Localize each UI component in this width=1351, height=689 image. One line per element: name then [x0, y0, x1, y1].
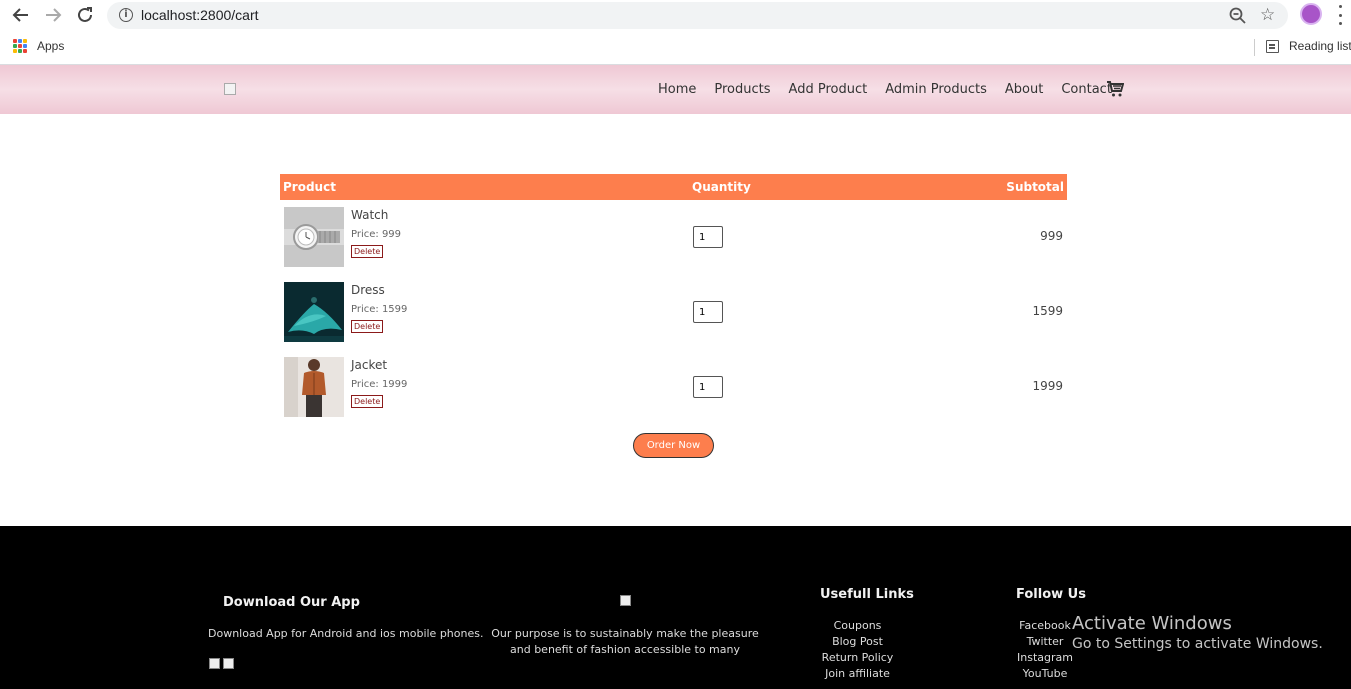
- product-image-dress: [284, 282, 344, 342]
- quantity-input[interactable]: [693, 226, 723, 248]
- reading-list-icon[interactable]: [1266, 40, 1279, 53]
- column-product: Product: [283, 180, 336, 194]
- subtotal-value: 999: [1040, 229, 1063, 243]
- site-footer: Download Our App Download App for Androi…: [0, 526, 1351, 689]
- delete-button[interactable]: Delete: [351, 395, 384, 408]
- about-line-1: Our purpose is to sustainably make the p…: [491, 627, 759, 640]
- nav-admin-products[interactable]: Admin Products: [885, 82, 987, 97]
- cart-row: Watch Price: 999 Delete 999: [280, 207, 1067, 269]
- site-logo[interactable]: [224, 83, 236, 95]
- site-header: Home Products Add Product Admin Products…: [0, 65, 1351, 114]
- about-line-2: and benefit of fashion accessible to man…: [510, 643, 740, 656]
- link-return-policy[interactable]: Return Policy: [800, 650, 915, 666]
- product-name: Watch: [351, 208, 389, 222]
- apps-grid-icon[interactable]: [13, 39, 27, 53]
- bookmarks-divider: [1254, 39, 1255, 56]
- useful-links-list: Coupons Blog Post Return Policy Join aff…: [800, 618, 915, 682]
- product-image-jacket: [284, 357, 344, 417]
- column-subtotal: Subtotal: [1006, 180, 1064, 194]
- product-name: Dress: [351, 283, 385, 297]
- main-nav: Home Products Add Product Admin Products…: [658, 82, 1112, 97]
- apps-link[interactable]: Apps: [37, 39, 64, 53]
- windows-activation-watermark: Activate Windows Go to Settings to activ…: [1072, 613, 1323, 652]
- address-bar[interactable]: i localhost:2800/cart ☆: [107, 2, 1288, 29]
- back-arrow-icon[interactable]: [9, 4, 33, 26]
- quantity-input[interactable]: [693, 301, 723, 323]
- quantity-input[interactable]: [693, 376, 723, 398]
- watermark-line-1: Activate Windows: [1072, 613, 1232, 634]
- product-image-watch: [284, 207, 344, 267]
- product-price: Price: 1599: [351, 304, 408, 315]
- download-app-text: Download App for Android and ios mobile …: [208, 627, 484, 640]
- star-icon[interactable]: ☆: [1260, 5, 1275, 25]
- cart-table-header: Product Quantity Subtotal: [280, 174, 1067, 200]
- delete-button[interactable]: Delete: [351, 320, 384, 333]
- browser-toolbar: i localhost:2800/cart ☆: [0, 0, 1351, 31]
- nav-about[interactable]: About: [1005, 82, 1043, 97]
- download-app-title: Download Our App: [223, 595, 360, 610]
- order-now-button[interactable]: Order Now: [633, 433, 714, 458]
- zoom-icon[interactable]: [1228, 6, 1248, 26]
- link-instagram[interactable]: Instagram: [1005, 650, 1085, 666]
- subtotal-value: 1999: [1032, 379, 1063, 393]
- app-store-badge[interactable]: [223, 658, 234, 669]
- cart-row: Dress Price: 1599 Delete 1599: [280, 282, 1067, 344]
- forward-arrow-icon[interactable]: [41, 4, 65, 26]
- subtotal-value: 1599: [1032, 304, 1063, 318]
- cart-row: Jacket Price: 1999 Delete 1999: [280, 357, 1067, 419]
- column-quantity: Quantity: [692, 180, 751, 194]
- follow-us-title: Follow Us: [1016, 587, 1086, 602]
- footer-logo: [620, 595, 631, 606]
- reading-list-link[interactable]: Reading list: [1289, 39, 1351, 53]
- link-blog-post[interactable]: Blog Post: [800, 634, 915, 650]
- info-icon[interactable]: i: [119, 8, 133, 22]
- nav-products[interactable]: Products: [714, 82, 770, 97]
- play-store-badge[interactable]: [209, 658, 220, 669]
- cart-icon[interactable]: [1106, 80, 1125, 98]
- delete-button[interactable]: Delete: [351, 245, 384, 258]
- profile-avatar[interactable]: [1300, 3, 1322, 25]
- product-price: Price: 999: [351, 229, 402, 240]
- menu-dots-icon[interactable]: [1337, 5, 1343, 25]
- about-text: Our purpose is to sustainably make the p…: [490, 626, 760, 658]
- watermark-line-2: Go to Settings to activate Windows.: [1072, 636, 1323, 652]
- link-join-affiliate[interactable]: Join affiliate: [800, 666, 915, 682]
- link-coupons[interactable]: Coupons: [800, 618, 915, 634]
- useful-links-title: Usefull Links: [820, 587, 914, 602]
- nav-add-product[interactable]: Add Product: [789, 82, 868, 97]
- product-name: Jacket: [351, 358, 388, 372]
- link-youtube[interactable]: YouTube: [1005, 666, 1085, 682]
- url-text[interactable]: localhost:2800/cart: [141, 7, 259, 23]
- nav-contact[interactable]: Contact: [1061, 82, 1112, 97]
- bookmarks-bar: Apps Reading list: [0, 31, 1351, 65]
- reload-icon[interactable]: [73, 4, 97, 26]
- nav-home[interactable]: Home: [658, 82, 696, 97]
- product-price: Price: 1999: [351, 379, 408, 390]
